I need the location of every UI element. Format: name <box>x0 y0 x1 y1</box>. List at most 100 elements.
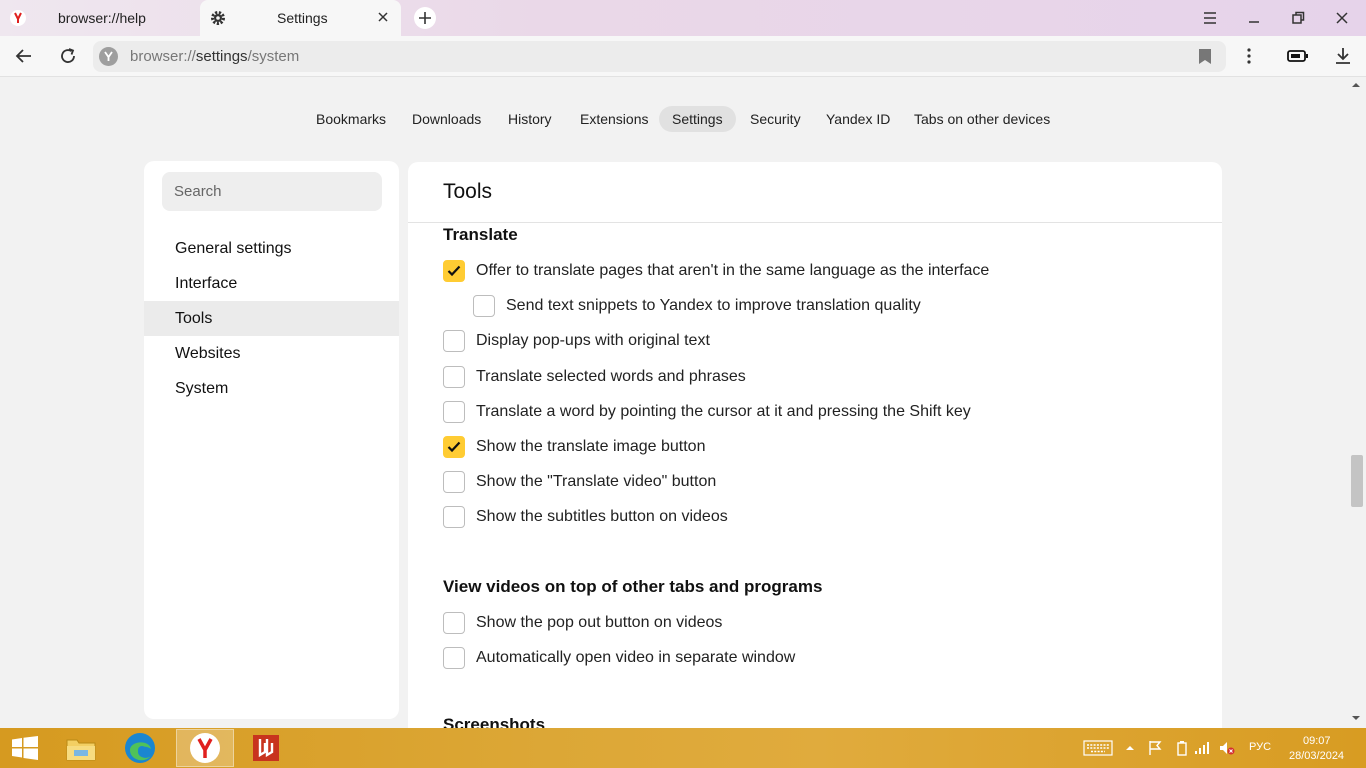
nav-extensions[interactable]: Extensions <box>567 106 661 132</box>
download-icon[interactable] <box>1333 46 1353 66</box>
settings-sidebar: General settings Interface Tools Website… <box>144 161 399 719</box>
option-offer-translate[interactable]: Offer to translate pages that aren't in … <box>443 259 989 283</box>
close-window-icon[interactable] <box>1333 9 1351 27</box>
option-subtitles[interactable]: Show the subtitles button on videos <box>443 505 728 529</box>
clock-time[interactable]: 09:07 <box>1303 735 1331 747</box>
section-heading-translate: Translate <box>443 225 518 244</box>
close-icon[interactable] <box>375 9 391 25</box>
section-heading-video: View videos on top of other tabs and pro… <box>443 577 823 596</box>
nav-settings[interactable]: Settings <box>659 106 736 132</box>
file-explorer-task[interactable] <box>52 729 110 767</box>
windows-start-icon[interactable] <box>11 736 39 760</box>
checkbox[interactable] <box>443 647 465 669</box>
scrollbar-thumb[interactable] <box>1351 455 1363 507</box>
address-bar[interactable]: browser://settings/system <box>93 41 1226 72</box>
minimize-icon[interactable] <box>1245 9 1263 27</box>
option-popout-button[interactable]: Show the pop out button on videos <box>443 611 722 635</box>
tab-browser-help[interactable]: browser://help <box>0 0 200 36</box>
checkbox[interactable] <box>443 471 465 493</box>
option-translate-image[interactable]: Show the translate image button <box>443 435 705 459</box>
chevron-up-icon[interactable] <box>1125 743 1135 753</box>
checkbox[interactable] <box>443 330 465 352</box>
url-text[interactable]: browser://settings/system <box>130 48 299 65</box>
battery-icon[interactable] <box>1287 46 1309 66</box>
site-info-icon[interactable] <box>99 47 118 66</box>
option-label: Translate selected words and phrases <box>476 368 746 385</box>
edge-icon <box>125 733 155 763</box>
option-auto-open-video[interactable]: Automatically open video in separate win… <box>443 646 795 670</box>
back-arrow-icon[interactable] <box>14 46 34 66</box>
divider <box>408 222 1222 223</box>
scroll-up-arrow-icon[interactable] <box>1351 80 1361 90</box>
keyboard-icon[interactable] <box>1083 740 1113 756</box>
reload-icon[interactable] <box>58 46 78 66</box>
taskbar: РУС 09:07 28/03/2024 <box>0 728 1366 768</box>
option-label: Offer to translate pages that aren't in … <box>476 262 990 279</box>
option-send-snippets[interactable]: Send text snippets to Yandex to improve … <box>473 294 921 318</box>
bookmark-icon[interactable] <box>1198 48 1212 65</box>
search-input[interactable] <box>162 172 382 211</box>
tab-settings[interactable]: Settings <box>200 0 401 36</box>
section-heading-screenshots: Screenshots <box>443 715 546 728</box>
page-title: Tools <box>443 180 493 203</box>
scroll-down-arrow-icon[interactable] <box>1351 713 1361 723</box>
nav-history[interactable]: History <box>495 106 565 132</box>
yandex-icon <box>190 733 220 763</box>
clock-date[interactable]: 28/03/2024 <box>1289 750 1344 762</box>
option-label: Translate a word by pointing the cursor … <box>476 403 971 420</box>
volume-muted-icon[interactable] <box>1218 740 1236 756</box>
app-task[interactable] <box>237 729 295 767</box>
flag-icon[interactable] <box>1147 740 1163 756</box>
option-translate-selected[interactable]: Translate selected words and phrases <box>443 365 746 389</box>
option-label: Show the pop out button on videos <box>476 614 723 631</box>
settings-panel: Tools Translate Offer to translate pages… <box>408 162 1222 728</box>
folder-icon <box>66 739 96 761</box>
sidebar-item-general-settings[interactable]: General settings <box>144 231 399 266</box>
checkbox[interactable] <box>443 401 465 423</box>
nav-security[interactable]: Security <box>737 106 814 132</box>
nav-yandex-id[interactable]: Yandex ID <box>813 106 903 132</box>
yandex-icon <box>10 10 26 26</box>
menu-icon[interactable] <box>1201 9 1219 27</box>
language-indicator[interactable]: РУС <box>1249 741 1271 753</box>
more-options-icon[interactable] <box>1239 46 1259 66</box>
nav-tabs-other-devices[interactable]: Tabs on other devices <box>901 106 1063 132</box>
checkbox[interactable] <box>443 506 465 528</box>
option-popups-original[interactable]: Display pop-ups with original text <box>443 329 710 353</box>
check-icon <box>447 265 461 277</box>
tab-title: browser://help <box>58 10 146 26</box>
yandex-browser-task[interactable] <box>176 729 234 767</box>
checkbox[interactable] <box>443 366 465 388</box>
tab-title: Settings <box>277 10 328 26</box>
new-tab-button[interactable] <box>414 7 436 29</box>
checkbox[interactable] <box>443 612 465 634</box>
checkbox-checked[interactable] <box>443 260 465 282</box>
option-label: Automatically open video in separate win… <box>476 649 796 666</box>
option-label: Send text snippets to Yandex to improve … <box>506 297 921 314</box>
option-label: Show the "Translate video" button <box>476 473 717 490</box>
sidebar-item-tools[interactable]: Tools <box>144 301 399 336</box>
tab-strip: browser://help Settings <box>0 0 1366 36</box>
nav-downloads[interactable]: Downloads <box>399 106 494 132</box>
option-label: Show the translate image button <box>476 438 706 455</box>
option-translate-shift[interactable]: Translate a word by pointing the cursor … <box>443 400 971 424</box>
sidebar-item-websites[interactable]: Websites <box>144 336 399 371</box>
network-icon[interactable] <box>1194 740 1212 756</box>
checkbox[interactable] <box>473 295 495 317</box>
sidebar-item-interface[interactable]: Interface <box>144 266 399 301</box>
option-translate-video[interactable]: Show the "Translate video" button <box>443 470 716 494</box>
restore-icon[interactable] <box>1289 9 1307 27</box>
app-icon <box>253 735 279 761</box>
option-label: Show the subtitles button on videos <box>476 508 728 525</box>
gear-icon <box>211 11 225 25</box>
sidebar-item-system[interactable]: System <box>144 371 399 406</box>
browser-toolbar: browser://settings/system <box>0 36 1366 77</box>
edge-task[interactable] <box>111 729 169 767</box>
battery-tray-icon[interactable] <box>1176 740 1188 756</box>
settings-top-nav: Bookmarks Downloads History Extensions S… <box>0 104 1366 134</box>
check-icon <box>447 441 461 453</box>
option-label: Display pop-ups with original text <box>476 332 710 349</box>
checkbox-checked[interactable] <box>443 436 465 458</box>
nav-bookmarks[interactable]: Bookmarks <box>303 106 399 132</box>
plus-icon <box>419 12 431 24</box>
